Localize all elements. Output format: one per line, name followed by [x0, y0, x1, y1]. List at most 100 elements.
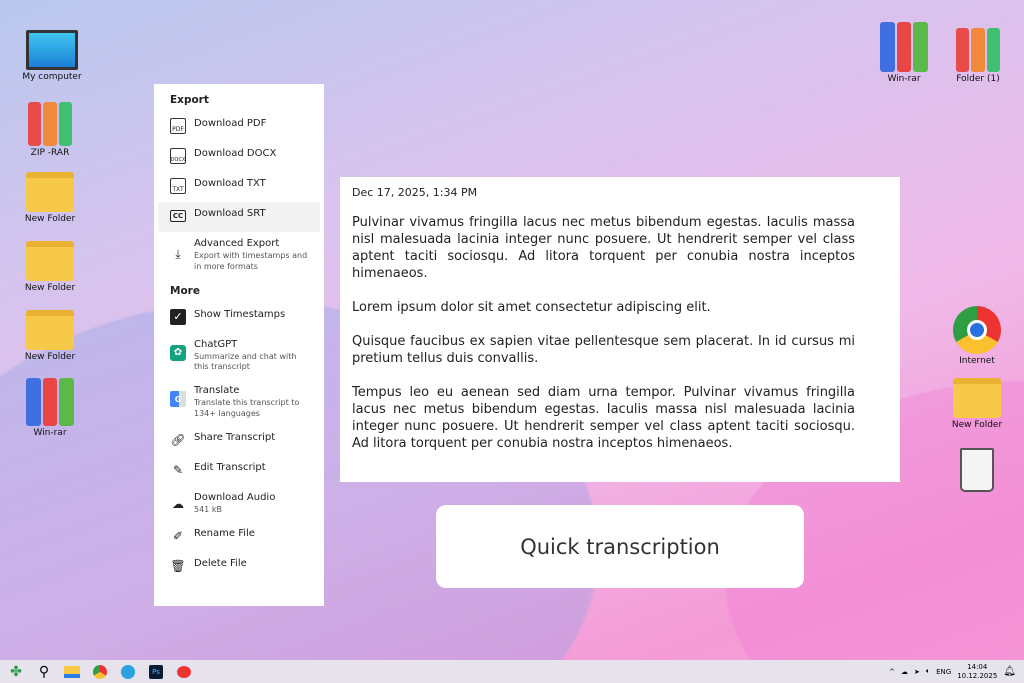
clock-time: 14:04 — [967, 662, 988, 671]
desktop-icon-folder-1[interactable]: Folder (1) — [943, 28, 1013, 84]
menu-item-translate[interactable]: G Translate Translate this transcript to 1… — [158, 379, 320, 426]
desktop-icon-win-rar[interactable]: Win-rar — [15, 378, 85, 438]
link-icon: 🔗︎ — [170, 432, 186, 447]
binders-icon — [956, 28, 1000, 72]
transcript-panel: Dec 17, 2025, 1:34 PM Pulvinar vivamus f… — [340, 177, 900, 482]
icon-label: My computer — [22, 72, 82, 82]
system-tray: ^ ☁ ➤ 🔈︎ ENG 14:04 10.12.2025 🔔︎ — [889, 660, 1016, 683]
cloud-download-icon: ☁ — [172, 496, 184, 511]
file-explorer-icon[interactable] — [62, 663, 82, 681]
menu-item-label: ChatGPT — [194, 338, 238, 350]
menu-item-label: Download Audio — [194, 491, 276, 503]
chatgpt-icon: ✿ — [170, 344, 186, 361]
winrar-icon — [26, 378, 75, 426]
menu-item-download-audio[interactable]: ☁ Download Audio 541 kB — [158, 486, 320, 522]
icon-label: Win-rar — [33, 428, 67, 438]
more-heading: More — [170, 284, 200, 297]
folder-icon — [26, 310, 74, 350]
edit-icon: ✐ — [172, 528, 184, 543]
icon-label: Win-rar — [887, 74, 921, 84]
icon-label: Folder (1) — [956, 74, 1000, 84]
menu-item-advanced-export[interactable]: ⤓ Advanced Export Export with timestamps a… — [158, 232, 320, 279]
menu-item-label: Edit Transcript — [194, 461, 266, 473]
desktop-icon-new-folder[interactable]: New Folder — [15, 241, 85, 293]
transcript-paragraph: Quisque faucibus ex sapien vitae pellent… — [352, 334, 855, 366]
menu-item-label: Rename File — [194, 527, 255, 539]
start-icon[interactable]: ✤ — [6, 663, 26, 681]
menu-item-label: Download TXT — [194, 178, 266, 189]
menu-item-chatgpt[interactable]: ✿ ChatGPT Summarize and chat with this tra… — [158, 333, 320, 380]
menu-item-download-srt[interactable]: CC Download SRT — [158, 202, 320, 232]
desktop-icon-internet[interactable]: Internet — [942, 306, 1012, 366]
menu-item-description: Export with timestamps and in more forma… — [194, 251, 308, 271]
desktop-icon-win-rar[interactable]: Win-rar — [869, 22, 939, 84]
network-icon[interactable]: ☁ — [901, 668, 908, 676]
folder-icon — [953, 378, 1001, 418]
transcript-paragraph: Lorem ipsum dolor sit amet consectetur a… — [352, 300, 711, 315]
desktop-icon-new-folder[interactable]: New Folder — [15, 310, 85, 362]
menu-item-description: Summarize and chat with this transcript — [194, 351, 297, 372]
desktop-icon-zip-rar[interactable]: ZIP -RAR — [15, 102, 85, 158]
menu-item-label: Advanced Export — [194, 238, 280, 249]
quick-transcription-banner: Quick transcription — [436, 505, 804, 588]
icon-label: New Folder — [951, 420, 1003, 430]
chrome-icon — [953, 306, 1001, 354]
clock[interactable]: 14:04 10.12.2025 — [957, 663, 997, 681]
cc-icon: CC — [170, 210, 186, 222]
icon-label: ZIP -RAR — [30, 148, 70, 158]
menu-item-label: Delete File — [194, 557, 247, 569]
binders-icon — [28, 102, 72, 146]
export-menu: Export PDF Download PDF DOCX Download DOCX… — [154, 84, 324, 606]
desktop-icon-new-folder[interactable]: New Folder — [15, 172, 85, 224]
trash-icon: 🗑︎ — [170, 558, 186, 573]
menu-item-label: Download DOCX — [194, 148, 277, 159]
menu-item-rename-file[interactable]: ✐ Rename File — [158, 522, 320, 552]
menu-item-download-docx[interactable]: DOCX Download DOCX — [158, 142, 320, 172]
menu-item-show-timestamps[interactable]: ✓ Show Timestamps — [158, 303, 320, 333]
menu-item-edit-transcript[interactable]: ✎ Edit Transcript — [158, 456, 320, 486]
telegram-tray-icon[interactable]: ➤ — [914, 668, 920, 676]
language-indicator[interactable]: ENG — [936, 668, 951, 676]
recycle-bin-icon — [960, 448, 994, 492]
search-icon[interactable]: ⚲ — [34, 663, 54, 681]
txt-file-icon: TXT — [170, 178, 186, 194]
clock-date: 10.12.2025 — [957, 671, 998, 680]
download-icon: ⤓ — [175, 246, 181, 261]
menu-item-description: Translate this transcript to 134+ langua… — [194, 398, 300, 418]
menu-item-label: Download PDF — [194, 118, 267, 129]
docx-file-icon: DOCX — [170, 148, 186, 164]
menu-item-download-txt[interactable]: TXT Download TXT — [158, 172, 320, 202]
export-heading: Export — [170, 94, 209, 106]
desktop-icon-my-computer[interactable]: My computer — [17, 30, 87, 82]
menu-item-download-pdf[interactable]: PDF Download PDF — [158, 112, 320, 142]
folder-icon — [26, 172, 74, 212]
chrome-icon[interactable] — [90, 663, 110, 681]
photoshop-icon[interactable]: Ps — [146, 663, 166, 681]
menu-item-label: Show Timestamps — [194, 308, 286, 320]
icon-label: Internet — [959, 356, 995, 366]
monitor-icon — [26, 30, 78, 70]
pencil-icon: ✎ — [172, 462, 184, 477]
telegram-icon[interactable] — [118, 663, 138, 681]
icon-label: New Folder — [24, 352, 76, 362]
volume-icon[interactable]: 🔈︎ — [926, 667, 930, 676]
file-size: 541 kB — [194, 504, 222, 514]
banner-title: Quick transcription — [520, 534, 720, 559]
icon-label: New Folder — [24, 214, 76, 224]
app-icon[interactable] — [174, 663, 194, 681]
translate-icon: G — [170, 391, 186, 408]
menu-item-delete-file[interactable]: 🗑︎ Delete File — [158, 552, 320, 582]
checkbox-icon[interactable]: ✓ — [170, 308, 186, 325]
recycle-bin[interactable] — [942, 448, 1012, 494]
menu-item-label: Download SRT — [194, 208, 266, 219]
transcript-paragraph: Tempus leo eu aenean sed diam urna tempo… — [352, 385, 855, 451]
transcript-date: Dec 17, 2025, 1:34 PM — [352, 186, 478, 199]
chevron-up-icon[interactable]: ^ — [889, 668, 895, 676]
menu-item-label: Share Transcript — [194, 431, 276, 443]
folder-icon — [26, 241, 74, 281]
menu-item-share-transcript[interactable]: 🔗︎ Share Transcript — [158, 426, 320, 456]
transcript-paragraph: Pulvinar vivamus fringilla lacus nec met… — [352, 215, 855, 281]
icon-label: New Folder — [24, 283, 76, 293]
desktop-icon-new-folder[interactable]: New Folder — [942, 378, 1012, 430]
notification-bell-icon[interactable]: 🔔︎ — [1003, 666, 1016, 677]
